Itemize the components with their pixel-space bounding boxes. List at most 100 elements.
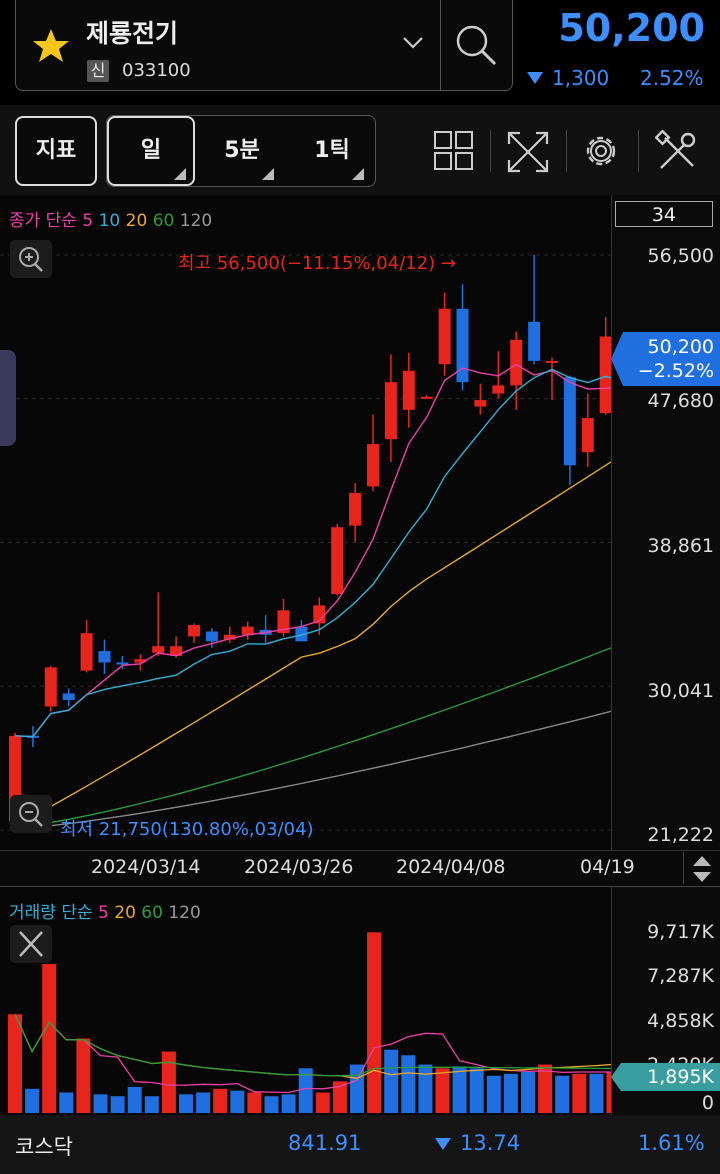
toolbar-divider [566,130,567,172]
grid-layout-icon[interactable] [434,131,474,171]
candle-body[interactable] [492,385,505,394]
y-tick-label: 38,861 [647,535,714,557]
volume-bar[interactable] [127,1086,142,1113]
candle-body[interactable] [188,624,200,637]
volume-bar[interactable] [230,1090,245,1113]
volume-bar[interactable] [384,1049,399,1113]
volume-bar[interactable] [264,1096,279,1113]
scale-toggle-icon[interactable] [690,854,714,884]
candle-body[interactable] [62,693,75,700]
candle-count-box[interactable]: 34 [615,201,713,227]
volume-bar[interactable] [503,1073,518,1113]
candle-body[interactable] [402,370,415,410]
candle-body[interactable] [80,633,93,671]
index-name: 코스닥 [15,1135,73,1159]
down-triangle-icon [527,72,543,84]
volume-bar[interactable] [59,1092,74,1113]
zoom-in-icon[interactable] [10,240,52,278]
volume-bar[interactable] [110,1096,125,1113]
candle-body[interactable] [205,631,218,642]
volume-bar[interactable] [161,1051,176,1113]
volume-y-tick: 0 [701,1092,714,1114]
star-icon[interactable] [32,28,70,64]
volume-bar[interactable] [555,1075,570,1113]
candle-body[interactable] [420,396,433,399]
x-tick-label: 2024/03/14 [91,856,201,878]
low-price-note: 최저 21,750(130.80%,03/04) [60,819,314,840]
candle-body[interactable] [563,377,576,466]
candle-body[interactable] [241,626,254,635]
candle-body[interactable] [438,308,451,365]
dropdown-corner-icon [262,168,274,180]
side-drawer-handle[interactable] [0,350,16,446]
candle-body[interactable] [367,444,379,487]
volume-bar[interactable] [179,1094,193,1113]
volume-bar[interactable] [281,1094,296,1113]
volume-y-tick: 4,858K [647,1010,714,1032]
divider [440,0,441,90]
candle-body[interactable] [349,492,362,526]
price-change: 1,300 [552,66,610,90]
index-change-pct: 1.61% [638,1131,705,1155]
volume-bar[interactable] [315,1092,330,1113]
candle-body[interactable] [331,527,344,595]
volume-bar[interactable] [144,1096,159,1113]
volume-bar[interactable] [521,1072,535,1113]
y-tick-label: 56,500 [647,245,714,267]
fullscreen-icon[interactable] [506,130,550,174]
volume-bar[interactable] [196,1092,211,1113]
volume-ma20-line [14,1014,611,1079]
market-badge: 신 [87,60,109,82]
axis-divider [683,852,684,884]
candle-body[interactable] [384,382,397,440]
volume-bar[interactable] [572,1073,587,1113]
volume-bar[interactable] [401,1055,416,1113]
candle-body[interactable] [98,651,111,663]
chevron-down-icon[interactable] [402,36,424,50]
volume-y-tick: 7,287K [647,965,714,987]
down-triangle-icon [435,1138,451,1150]
volume-bar[interactable] [25,1088,40,1113]
volume-bar[interactable] [589,1073,604,1113]
tools-icon[interactable] [655,130,699,174]
candle-body[interactable] [546,360,558,363]
volume-bar[interactable] [247,1092,262,1113]
volume-bar[interactable] [213,1088,228,1113]
candle-body[interactable] [116,662,129,665]
volume-bar[interactable] [435,1068,450,1113]
volume-chart-svg [8,932,611,1113]
volume-bar[interactable] [452,1066,467,1113]
dropdown-corner-icon [352,168,364,180]
high-price-note: 최고 56,500(−11.15%,04/12) → [178,253,456,274]
current-price-tag-value: 50,200 [647,336,714,358]
candle-body[interactable] [599,336,611,414]
volume-bar[interactable] [8,1014,22,1113]
dropdown-corner-icon [174,168,186,180]
ma120-line [14,710,611,830]
volume-bar[interactable] [486,1075,501,1113]
x-tick-label: 04/19 [580,856,635,878]
ma20-line [14,461,611,827]
current-volume-value: 1,895K [647,1066,714,1088]
gear-icon[interactable] [580,130,622,172]
candle-body[interactable] [152,646,165,653]
stock-name[interactable]: 제룡전기 [86,14,178,50]
candle-body[interactable] [581,417,594,453]
indicator-button[interactable]: 지표 [15,116,97,186]
candle-body[interactable] [44,667,57,707]
volume-bar[interactable] [469,1068,484,1113]
candle-body[interactable] [528,321,541,361]
volume-ma60-line [14,1014,611,1077]
index-value: 841.91 [288,1131,362,1155]
volume-bar[interactable] [418,1064,433,1113]
candle-body[interactable] [510,339,523,386]
toolbar-divider [490,130,491,172]
zoom-out-icon[interactable] [10,795,52,833]
x-tick-label: 2024/03/26 [244,856,354,878]
volume-bar[interactable] [367,932,382,1113]
search-icon[interactable] [453,22,499,68]
candle-body[interactable] [474,400,487,407]
volume-bar[interactable] [93,1094,108,1113]
volume-bar[interactable] [76,1038,91,1113]
volume-bar[interactable] [42,963,57,1113]
